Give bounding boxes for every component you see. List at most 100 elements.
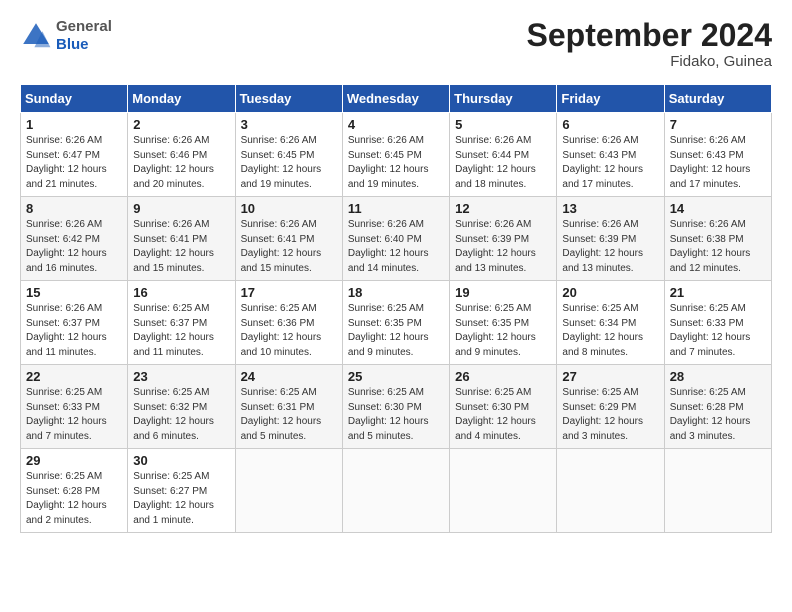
day-number: 8 xyxy=(26,201,122,216)
logo-icon xyxy=(20,20,52,52)
day-info: Sunrise: 6:26 AMSunset: 6:40 PMDaylight:… xyxy=(348,219,429,274)
day-cell: 27 Sunrise: 6:25 AMSunset: 6:29 PMDaylig… xyxy=(557,365,664,449)
day-cell: 15 Sunrise: 6:26 AMSunset: 6:37 PMDaylig… xyxy=(21,281,128,365)
day-number: 9 xyxy=(133,201,229,216)
logo: General Blue xyxy=(20,18,112,54)
day-info: Sunrise: 6:25 AMSunset: 6:33 PMDaylight:… xyxy=(26,387,107,442)
header: General Blue September 2024 Fidako, Guin… xyxy=(20,18,772,70)
day-info: Sunrise: 6:25 AMSunset: 6:31 PMDaylight:… xyxy=(241,387,322,442)
month-title: September 2024 xyxy=(527,18,772,53)
page: General Blue September 2024 Fidako, Guin… xyxy=(0,0,792,543)
day-info: Sunrise: 6:26 AMSunset: 6:41 PMDaylight:… xyxy=(241,219,322,274)
week-row-5: 29 Sunrise: 6:25 AMSunset: 6:28 PMDaylig… xyxy=(21,449,772,533)
column-header-sunday: Sunday xyxy=(21,85,128,113)
day-cell xyxy=(450,449,557,533)
day-info: Sunrise: 6:26 AMSunset: 6:39 PMDaylight:… xyxy=(455,219,536,274)
week-row-4: 22 Sunrise: 6:25 AMSunset: 6:33 PMDaylig… xyxy=(21,365,772,449)
day-cell xyxy=(342,449,449,533)
day-info: Sunrise: 6:25 AMSunset: 6:37 PMDaylight:… xyxy=(133,303,214,358)
column-header-monday: Monday xyxy=(128,85,235,113)
day-info: Sunrise: 6:25 AMSunset: 6:35 PMDaylight:… xyxy=(455,303,536,358)
day-number: 24 xyxy=(241,369,337,384)
week-row-2: 8 Sunrise: 6:26 AMSunset: 6:42 PMDayligh… xyxy=(21,197,772,281)
day-number: 17 xyxy=(241,285,337,300)
day-cell: 29 Sunrise: 6:25 AMSunset: 6:28 PMDaylig… xyxy=(21,449,128,533)
day-number: 5 xyxy=(455,117,551,132)
day-info: Sunrise: 6:26 AMSunset: 6:45 PMDaylight:… xyxy=(241,135,322,190)
day-cell: 3 Sunrise: 6:26 AMSunset: 6:45 PMDayligh… xyxy=(235,113,342,197)
day-cell: 9 Sunrise: 6:26 AMSunset: 6:41 PMDayligh… xyxy=(128,197,235,281)
week-row-1: 1 Sunrise: 6:26 AMSunset: 6:47 PMDayligh… xyxy=(21,113,772,197)
day-cell: 21 Sunrise: 6:25 AMSunset: 6:33 PMDaylig… xyxy=(664,281,771,365)
day-cell: 1 Sunrise: 6:26 AMSunset: 6:47 PMDayligh… xyxy=(21,113,128,197)
day-cell: 30 Sunrise: 6:25 AMSunset: 6:27 PMDaylig… xyxy=(128,449,235,533)
column-headers: SundayMondayTuesdayWednesdayThursdayFrid… xyxy=(21,85,772,113)
day-cell: 20 Sunrise: 6:25 AMSunset: 6:34 PMDaylig… xyxy=(557,281,664,365)
day-cell: 22 Sunrise: 6:25 AMSunset: 6:33 PMDaylig… xyxy=(21,365,128,449)
day-info: Sunrise: 6:25 AMSunset: 6:33 PMDaylight:… xyxy=(670,303,751,358)
day-cell xyxy=(557,449,664,533)
day-number: 10 xyxy=(241,201,337,216)
title-block: September 2024 Fidako, Guinea xyxy=(527,18,772,70)
day-info: Sunrise: 6:26 AMSunset: 6:43 PMDaylight:… xyxy=(670,135,751,190)
day-cell: 10 Sunrise: 6:26 AMSunset: 6:41 PMDaylig… xyxy=(235,197,342,281)
day-number: 25 xyxy=(348,369,444,384)
day-number: 12 xyxy=(455,201,551,216)
day-info: Sunrise: 6:25 AMSunset: 6:32 PMDaylight:… xyxy=(133,387,214,442)
day-number: 6 xyxy=(562,117,658,132)
day-info: Sunrise: 6:25 AMSunset: 6:29 PMDaylight:… xyxy=(562,387,643,442)
day-info: Sunrise: 6:25 AMSunset: 6:28 PMDaylight:… xyxy=(670,387,751,442)
day-info: Sunrise: 6:25 AMSunset: 6:28 PMDaylight:… xyxy=(26,471,107,526)
day-number: 20 xyxy=(562,285,658,300)
logo-text: General Blue xyxy=(56,18,112,54)
day-number: 22 xyxy=(26,369,122,384)
day-cell: 17 Sunrise: 6:25 AMSunset: 6:36 PMDaylig… xyxy=(235,281,342,365)
logo-blue-text: Blue xyxy=(56,36,89,53)
day-info: Sunrise: 6:25 AMSunset: 6:36 PMDaylight:… xyxy=(241,303,322,358)
day-info: Sunrise: 6:26 AMSunset: 6:47 PMDaylight:… xyxy=(26,135,107,190)
day-cell: 8 Sunrise: 6:26 AMSunset: 6:42 PMDayligh… xyxy=(21,197,128,281)
column-header-saturday: Saturday xyxy=(664,85,771,113)
day-number: 7 xyxy=(670,117,766,132)
day-info: Sunrise: 6:25 AMSunset: 6:30 PMDaylight:… xyxy=(348,387,429,442)
day-cell: 25 Sunrise: 6:25 AMSunset: 6:30 PMDaylig… xyxy=(342,365,449,449)
day-cell: 14 Sunrise: 6:26 AMSunset: 6:38 PMDaylig… xyxy=(664,197,771,281)
day-cell: 24 Sunrise: 6:25 AMSunset: 6:31 PMDaylig… xyxy=(235,365,342,449)
day-number: 30 xyxy=(133,453,229,468)
day-number: 2 xyxy=(133,117,229,132)
calendar-table: SundayMondayTuesdayWednesdayThursdayFrid… xyxy=(20,84,772,533)
day-cell: 5 Sunrise: 6:26 AMSunset: 6:44 PMDayligh… xyxy=(450,113,557,197)
day-info: Sunrise: 6:26 AMSunset: 6:42 PMDaylight:… xyxy=(26,219,107,274)
day-number: 21 xyxy=(670,285,766,300)
day-info: Sunrise: 6:25 AMSunset: 6:35 PMDaylight:… xyxy=(348,303,429,358)
day-cell: 16 Sunrise: 6:25 AMSunset: 6:37 PMDaylig… xyxy=(128,281,235,365)
day-number: 16 xyxy=(133,285,229,300)
day-cell: 11 Sunrise: 6:26 AMSunset: 6:40 PMDaylig… xyxy=(342,197,449,281)
day-cell: 6 Sunrise: 6:26 AMSunset: 6:43 PMDayligh… xyxy=(557,113,664,197)
day-cell: 28 Sunrise: 6:25 AMSunset: 6:28 PMDaylig… xyxy=(664,365,771,449)
day-number: 26 xyxy=(455,369,551,384)
day-cell: 18 Sunrise: 6:25 AMSunset: 6:35 PMDaylig… xyxy=(342,281,449,365)
day-info: Sunrise: 6:25 AMSunset: 6:34 PMDaylight:… xyxy=(562,303,643,358)
day-number: 1 xyxy=(26,117,122,132)
day-number: 3 xyxy=(241,117,337,132)
day-number: 4 xyxy=(348,117,444,132)
day-number: 11 xyxy=(348,201,444,216)
day-cell xyxy=(235,449,342,533)
day-number: 13 xyxy=(562,201,658,216)
day-info: Sunrise: 6:26 AMSunset: 6:46 PMDaylight:… xyxy=(133,135,214,190)
day-cell xyxy=(664,449,771,533)
day-cell: 23 Sunrise: 6:25 AMSunset: 6:32 PMDaylig… xyxy=(128,365,235,449)
day-number: 18 xyxy=(348,285,444,300)
day-info: Sunrise: 6:26 AMSunset: 6:39 PMDaylight:… xyxy=(562,219,643,274)
day-number: 19 xyxy=(455,285,551,300)
day-cell: 13 Sunrise: 6:26 AMSunset: 6:39 PMDaylig… xyxy=(557,197,664,281)
day-info: Sunrise: 6:26 AMSunset: 6:44 PMDaylight:… xyxy=(455,135,536,190)
day-cell: 7 Sunrise: 6:26 AMSunset: 6:43 PMDayligh… xyxy=(664,113,771,197)
day-number: 14 xyxy=(670,201,766,216)
day-info: Sunrise: 6:25 AMSunset: 6:30 PMDaylight:… xyxy=(455,387,536,442)
day-info: Sunrise: 6:25 AMSunset: 6:27 PMDaylight:… xyxy=(133,471,214,526)
logo-general-text: General xyxy=(56,18,112,35)
day-info: Sunrise: 6:26 AMSunset: 6:43 PMDaylight:… xyxy=(562,135,643,190)
day-number: 28 xyxy=(670,369,766,384)
